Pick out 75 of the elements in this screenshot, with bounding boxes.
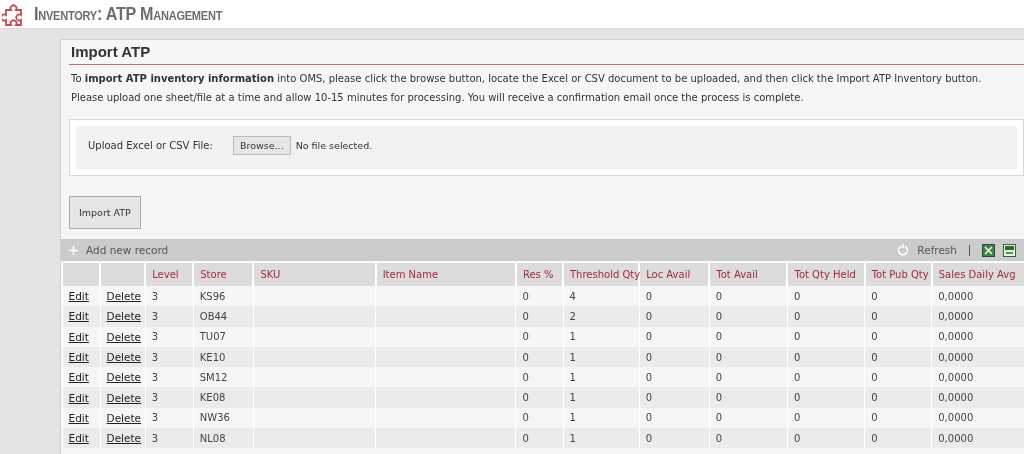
table-cell: 0 [515,387,563,408]
instruction-text: To import ATP inventory information into OMS, please click the browse button, locate the Excel or CSV document to be uploaded, and then click the Import ATP Inventory button. [71,73,983,84]
table-cell: 3 [145,306,194,327]
edit-link[interactable]: Edit [68,391,89,404]
table-cell: 0,0000 [931,326,1024,347]
table-cell: 0 [864,326,932,347]
delete-link[interactable]: Delete [106,432,142,445]
table-cell: 0,0000 [931,387,1024,408]
column-header[interactable]: Tot Qty Held [787,262,865,286]
column-header[interactable]: Res % [515,262,563,286]
table-cell: 0 [639,306,710,327]
delete-link[interactable]: Delete [106,351,142,364]
table-cell: 1 [563,326,640,347]
delete-link[interactable]: Delete [106,391,142,404]
browse-button[interactable]: Browse... [233,136,291,155]
edit-link[interactable]: Edit [68,371,89,384]
table-cell: 0 [787,326,865,347]
edit-link[interactable]: Edit [68,351,89,364]
table-cell: 0 [787,306,865,327]
delete-link[interactable]: Delete [106,411,142,424]
refresh-link[interactable]: Refresh [917,244,957,256]
column-header[interactable]: Level [145,262,194,286]
delete-link[interactable]: Delete [106,290,142,303]
table-cell: 0 [515,326,563,347]
table-cell: 0 [639,326,710,347]
edit-link[interactable]: Edit [68,310,89,323]
table-cell: 1 [563,387,640,408]
table-cell: 0 [709,326,788,347]
table-cell: 0 [515,306,563,327]
page-title: Inventory: ATP Management [34,3,223,25]
column-header[interactable]: Threshold Qty [563,262,640,286]
column-header[interactable]: SKU [253,262,376,286]
table-cell: 0 [787,387,865,408]
edit-link[interactable]: Edit [68,432,89,445]
column-header[interactable]: Item Name [375,262,516,286]
column-header[interactable]: Loc Avail [639,262,710,286]
table-cell: 0 [515,428,563,449]
table-cell: 0 [709,306,788,327]
column-header[interactable]: Tot Pub Qty [864,262,932,286]
add-record-link[interactable]: Add new record [86,244,169,256]
column-header[interactable]: Store [193,262,254,286]
delete-link[interactable]: Delete [106,330,142,343]
excel-export-icon[interactable] [982,243,995,257]
table-cell: 0 [787,428,865,449]
table-cell: NL08 [193,428,254,449]
table-cell: 0 [864,428,932,449]
upload-label: Upload Excel or CSV File: [88,140,214,151]
instruction-text: Please upload one sheet/file at a time and allow 10-15 minutes for processing. You will receive a confirmation email once the process is complete. [71,92,805,103]
table-cell: OB44 [193,306,254,327]
edit-link[interactable]: Edit [68,290,89,303]
column-header[interactable]: Sales Daily Avg [931,262,1024,286]
column-header[interactable]: Tot Avail [709,262,788,286]
table-cell: 0,0000 [931,428,1024,449]
edit-link[interactable]: Edit [68,411,89,424]
table-cell: KE08 [193,387,254,408]
plus-icon [69,245,78,255]
table-cell: 2 [563,306,640,327]
table-cell: 3 [145,387,194,408]
delete-link[interactable]: Delete [106,310,142,323]
edit-link[interactable]: Edit [68,330,89,343]
table-cell: 0 [639,387,710,408]
section-title: Import ATP [69,40,1024,65]
table-cell: 0 [864,306,932,327]
table-cell: 0 [709,387,788,408]
table-cell: 1 [563,428,640,449]
file-status: No file selected. [295,140,373,151]
table-cell: 0 [639,428,710,449]
import-button[interactable]: Import ATP [69,196,141,229]
table-cell: 0 [709,428,788,449]
table-cell: 3 [145,428,194,449]
delete-link[interactable]: Delete [106,371,142,384]
table-cell: TU07 [193,326,254,347]
table-cell: 0,0000 [931,306,1024,327]
table-cell: 0 [864,387,932,408]
table-cell: 3 [145,326,194,347]
